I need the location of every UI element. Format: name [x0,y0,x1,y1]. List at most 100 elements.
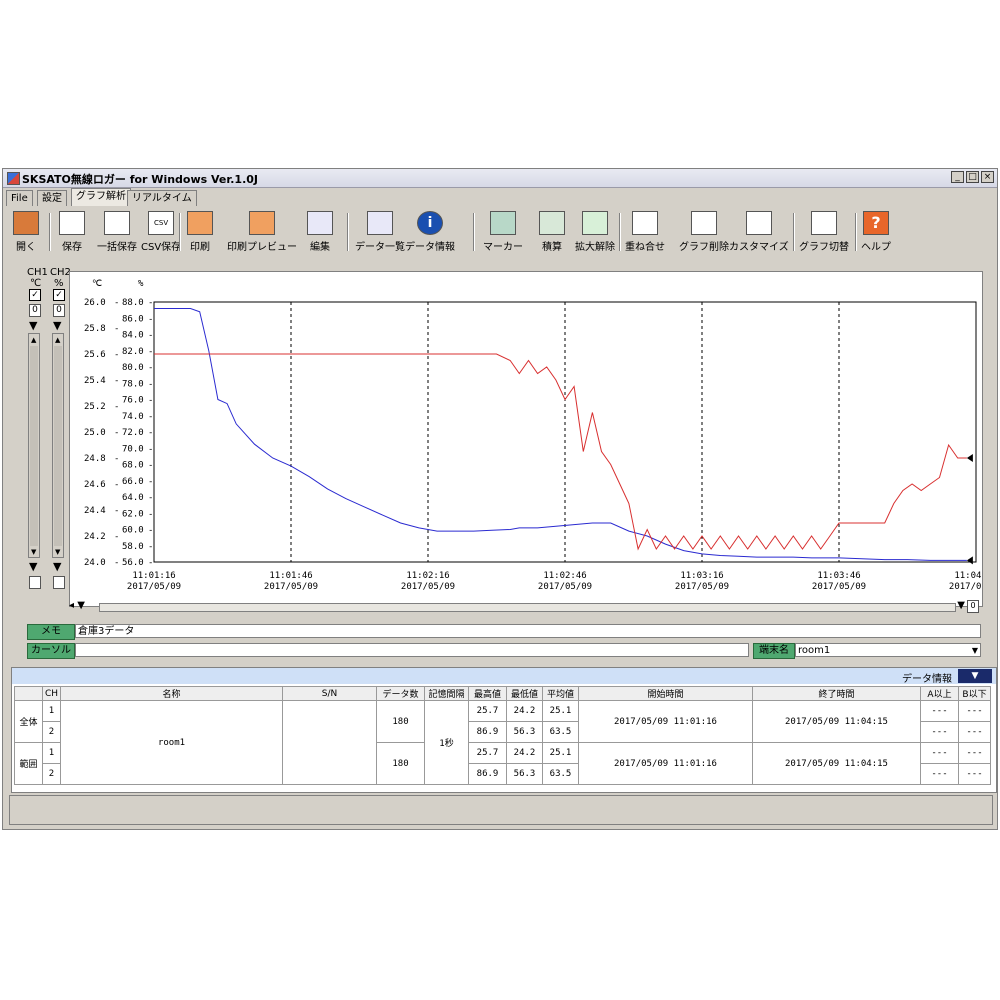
toolbar-button-16[interactable]: ? ヘルプ [861,211,891,253]
left-tick-label: 25.0 [84,428,106,438]
scroll-right-icon[interactable]: ▼ [957,600,965,611]
scroll-left-icon[interactable]: ◂ ▼ [69,600,85,611]
ch1-scroll-thumb[interactable] [30,346,38,546]
ch2-scroll-thumb[interactable] [54,346,62,546]
right-tick-label: 76.0 [122,396,144,406]
ch2-min-field[interactable] [53,576,65,589]
toolbar-button-5[interactable]: 印刷プレビュー [227,211,297,253]
toolbar-button-11[interactable]: 拡大解除 [575,211,615,253]
toolbar-label: 積算 [542,242,562,253]
time-scroll-track[interactable] [99,603,956,612]
max-cell: 86.9 [468,763,507,785]
tab-graph-analysis[interactable]: グラフ解析 [71,188,131,206]
ch-cell: 2 [42,763,61,785]
table-header: 終了時間 [752,686,921,701]
left-tick-dash: - [114,402,119,412]
ch1-min-field[interactable] [29,576,41,589]
tab-settings[interactable]: 設定 [37,190,67,206]
toolbar-button-10[interactable]: 積算 [539,211,565,253]
ch1-scrollbar[interactable]: ▲ ▼ [28,333,40,558]
toolbar-label: 印刷 [190,242,210,253]
ch1-scroll-down-icon[interactable]: ▼ [31,548,36,556]
ch1-scroll-up-icon[interactable]: ▲ [31,336,36,344]
right-tick-label: 66.0 [122,477,144,487]
toolbar-button-4[interactable]: 印刷 [187,211,213,253]
help-icon: ? [863,211,889,235]
toolbar-button-13[interactable]: グラフ削除 [679,211,729,253]
min-cell: 56.3 [506,721,543,743]
graph-delete-icon [691,211,717,235]
toolbar-button-14[interactable]: カスタマイズ [729,211,789,253]
ch2-scrollbar[interactable]: ▲ ▼ [52,333,64,558]
name-cell: room1 [60,700,283,785]
ch2-down-arrow-icon-2[interactable]: ▼ [53,560,61,573]
toolbar-label: ヘルプ [861,242,891,253]
tab-realtime[interactable]: リアルタイム [127,190,197,206]
max-cell: 25.7 [468,742,507,764]
left-tick-dash: - [114,428,119,438]
toolbar-label: CSV保存 [141,242,182,253]
toolbar-label: 開く [16,242,36,253]
right-tick-label: 68.0 [122,461,144,471]
ch2-scroll-down-icon[interactable]: ▼ [55,548,60,556]
interval-cell: 1秒 [424,700,469,785]
right-tick-dash: - [148,363,153,373]
toolbar-button-7[interactable]: データ一覧 [355,211,405,253]
toolbar-button-15[interactable]: グラフ切替 [799,211,849,253]
maximize-button[interactable]: □ [966,171,979,183]
ch2-value[interactable]: 0 [53,304,65,317]
ch2-checkbox[interactable]: ✓ [53,289,65,301]
right-tick-label: 78.0 [122,379,144,389]
terminal-select[interactable]: room1 ▼ [795,643,981,657]
right-tick-dash: - [148,558,153,568]
memo-field[interactable]: 倉庫3データ [75,624,981,638]
start-cell: 2017/05/09 11:01:16 [578,700,753,743]
x-tick-date: 2017/05/09 [675,582,729,592]
toolbar-button-1[interactable]: 保存 [59,211,85,253]
toolbar-button-2[interactable]: 一括保存 [97,211,137,253]
toolbar-label: データ情報 [405,242,455,253]
toolbar-button-9[interactable]: マーカー [483,211,523,253]
folder-icon [13,211,39,235]
toolbar-button-6[interactable]: 編集 [307,211,333,253]
ch2-down-arrow-icon[interactable]: ▼ [53,319,61,332]
time-scroll-field[interactable]: 0 [967,600,979,613]
time-scrollbar[interactable]: ◂ ▼ ▼ 0 [69,600,981,613]
toolbar-button-8[interactable]: i データ情報 [405,211,455,253]
ch2-scroll-up-icon[interactable]: ▲ [55,336,60,344]
ch1-checkbox[interactable]: ✓ [29,289,41,301]
graph-switch-icon [811,211,837,235]
undo-zoom-icon [582,211,608,235]
toolbar-button-12[interactable]: 重ね合せ [625,211,665,253]
customize-icon [745,211,772,235]
data-info-table: CH 名称 S/N データ数 記憶間隔 最高値 最低値 平均値 開始時間 終了時間 A以上 B以下 全体… [14,686,991,785]
right-tick-dash: - [148,493,153,503]
ch1-value[interactable]: 0 [29,304,41,317]
toolbar-button-0[interactable]: 開く [13,211,39,253]
chevron-down-icon[interactable]: ▼ [972,644,978,658]
line-chart[interactable]: ℃ %26.0 -25.8 -25.6 -25.4 -25.2 -25.0 -24.8 -24.… [70,272,1000,606]
ch2-unit: % [54,278,64,289]
right-tick-dash: - [148,477,153,487]
toolbar-label: カスタマイズ [729,242,789,253]
tab-file[interactable]: File [6,190,33,206]
minimize-button[interactable]: _ [951,171,964,183]
table-row[interactable]: 全体 1 room1 180 1秒 25.7 24.2 25.1 2017/05/09 11:0… [14,700,991,785]
memo-label: メモ [27,624,75,640]
ch1-down-arrow-icon-2[interactable]: ▼ [29,560,37,573]
csv-icon: CSV [148,211,175,235]
end-cell: 2017/05/09 11:04:15 [752,742,921,785]
right-tick-dash: - [148,428,153,438]
toolbar-button-3[interactable]: CSV CSV保存 [141,211,181,253]
cursor-label: カーソル [27,643,75,659]
cursor-field[interactable] [75,643,749,657]
x-tick-date: 2017/05/09 [127,582,181,592]
toolbar-label: 重ね合せ [625,242,665,253]
ch1-unit: ℃ [30,278,42,289]
left-tick-dash: - [114,298,119,308]
right-tick-label: 62.0 [122,509,144,519]
right-tick-dash: - [148,461,153,471]
close-button[interactable]: × [981,171,994,183]
ch1-down-arrow-icon[interactable]: ▼ [29,319,37,332]
collapse-icon[interactable]: ▼ [958,669,992,683]
